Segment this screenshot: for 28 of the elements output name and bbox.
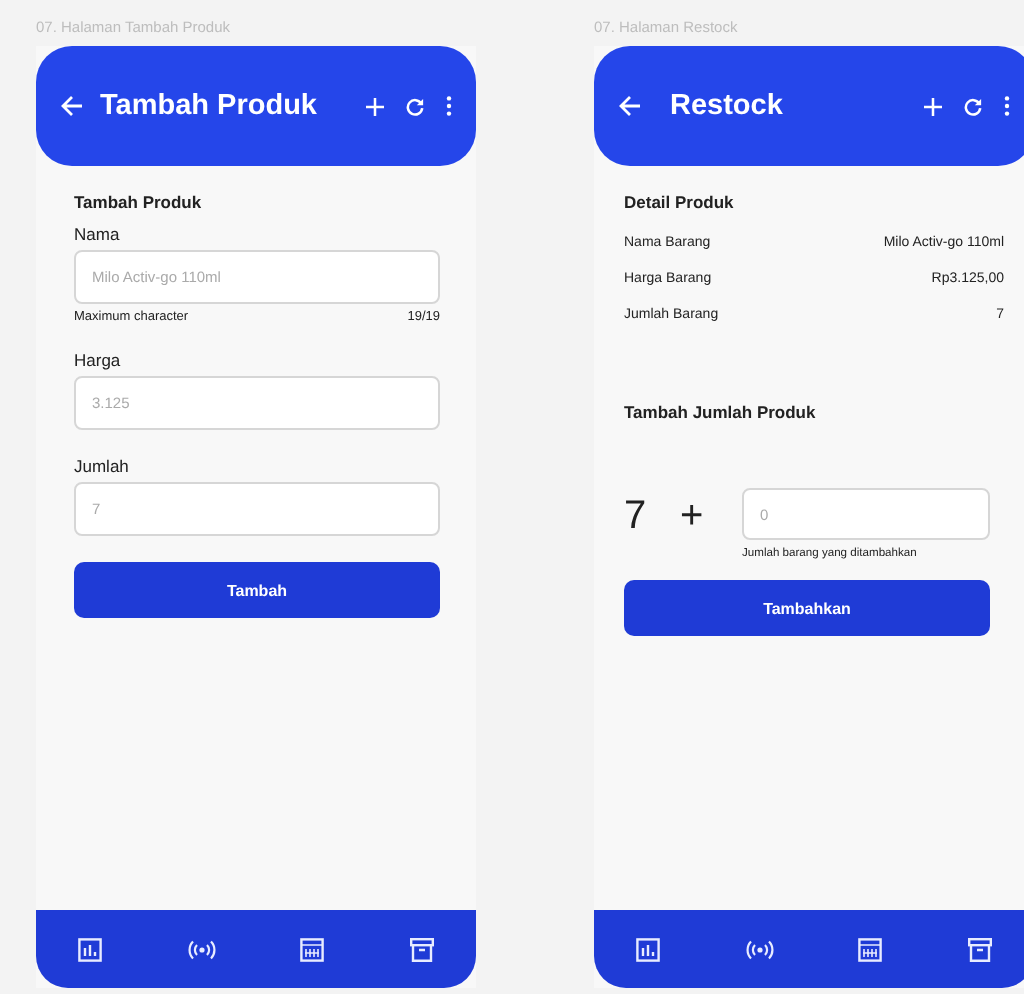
back-icon[interactable] bbox=[60, 94, 84, 118]
add-icon[interactable] bbox=[924, 97, 942, 115]
plus-sign: + bbox=[680, 494, 706, 540]
field-label: Jumlah bbox=[74, 456, 131, 476]
back-icon[interactable] bbox=[618, 94, 642, 118]
archive-icon[interactable] bbox=[409, 937, 434, 961]
current-quantity: 7 bbox=[624, 494, 649, 540]
refresh-icon[interactable] bbox=[406, 97, 424, 115]
section-title: Tambah Jumlah Produk bbox=[624, 402, 818, 422]
more-icon[interactable] bbox=[1004, 96, 1010, 116]
refresh-icon[interactable] bbox=[964, 97, 982, 115]
submit-button[interactable]: Tambah bbox=[74, 562, 440, 618]
calculator-icon[interactable] bbox=[858, 937, 883, 961]
field-label: Nama bbox=[74, 224, 122, 244]
section-title: Tambah Produk bbox=[74, 192, 204, 212]
bar-chart-icon[interactable] bbox=[636, 937, 661, 961]
broadcast-icon[interactable] bbox=[187, 939, 216, 959]
add-icon[interactable] bbox=[366, 97, 384, 115]
archive-icon[interactable] bbox=[967, 937, 992, 961]
field-label: Harga bbox=[74, 350, 123, 370]
app-bar-title: Restock bbox=[670, 90, 785, 122]
app-bar-title: Tambah Produk bbox=[100, 90, 319, 122]
broadcast-icon[interactable] bbox=[745, 939, 774, 959]
bar-chart-icon[interactable] bbox=[78, 937, 103, 961]
more-icon[interactable] bbox=[446, 96, 452, 116]
section-title: Detail Produk bbox=[624, 192, 736, 212]
submit-button[interactable]: Tambahkan bbox=[624, 580, 990, 636]
calculator-icon[interactable] bbox=[300, 937, 325, 961]
